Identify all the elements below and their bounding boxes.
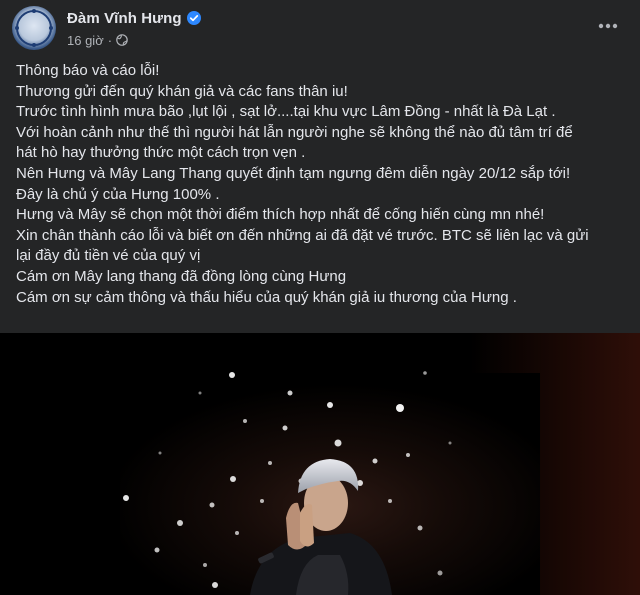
post-text-line: Đây là chủ ý của Hưng 100% . <box>16 185 220 203</box>
post-text-line: hát hò hay thưởng thức một cách trọn vẹn… <box>16 144 306 162</box>
avatar-logo-dot <box>15 26 19 30</box>
post-text-line: Thông báo và cáo lỗi! <box>16 62 160 79</box>
avatar[interactable] <box>12 6 56 50</box>
post-photo[interactable] <box>0 333 640 595</box>
verified-badge-icon <box>186 11 201 25</box>
post-text-line: lại đầy đủ tiền vé của quý vị <box>16 247 201 265</box>
avatar-logo-dot <box>32 43 36 47</box>
author-name[interactable]: Đàm Vĩnh Hưng <box>67 10 182 27</box>
facebook-post: Đàm Vĩnh Hưng 16 giờ · Thông báo và cáo … <box>0 0 640 595</box>
more-options-icon[interactable] <box>596 14 620 38</box>
meta-separator: · <box>107 32 113 48</box>
post-text-line: Nên Hưng và Mây Lang Thang quyết định tạ… <box>16 164 571 182</box>
post-text-line: Cám ơn Mây lang thang đã đồng lòng cùng … <box>16 267 347 285</box>
post-text-line: Trước tình hình mưa bão ,lụt lội , sạt l… <box>16 103 556 121</box>
avatar-logo-dot <box>32 9 36 13</box>
post-text-line: Cám ơn sự cảm thông và thấu hiểu của quý… <box>16 288 517 306</box>
post-text-line: Xin chân thành cáo lỗi và biết ơn đến nh… <box>16 226 589 244</box>
post-text-line: Thương gửi đến quý khán giả và các fans … <box>16 82 348 100</box>
author-row: Đàm Vĩnh Hưng <box>67 7 201 29</box>
post-text-line: Hưng và Mây sẽ chọn một thời điểm thích … <box>16 206 545 224</box>
globe-icon[interactable] <box>116 34 128 46</box>
post-header: Đàm Vĩnh Hưng 16 giờ · <box>0 0 640 62</box>
avatar-logo-dot <box>49 26 53 30</box>
post-meta: 16 giờ · <box>67 31 128 49</box>
post-timestamp[interactable]: 16 giờ <box>67 33 104 48</box>
post-text: Thông báo và cáo lỗi! Thương gửi đến quý… <box>16 61 628 308</box>
avatar-logo-ring <box>16 10 52 46</box>
post-text-line: Với hoàn cảnh như thế thì người hát lẫn … <box>16 123 573 141</box>
